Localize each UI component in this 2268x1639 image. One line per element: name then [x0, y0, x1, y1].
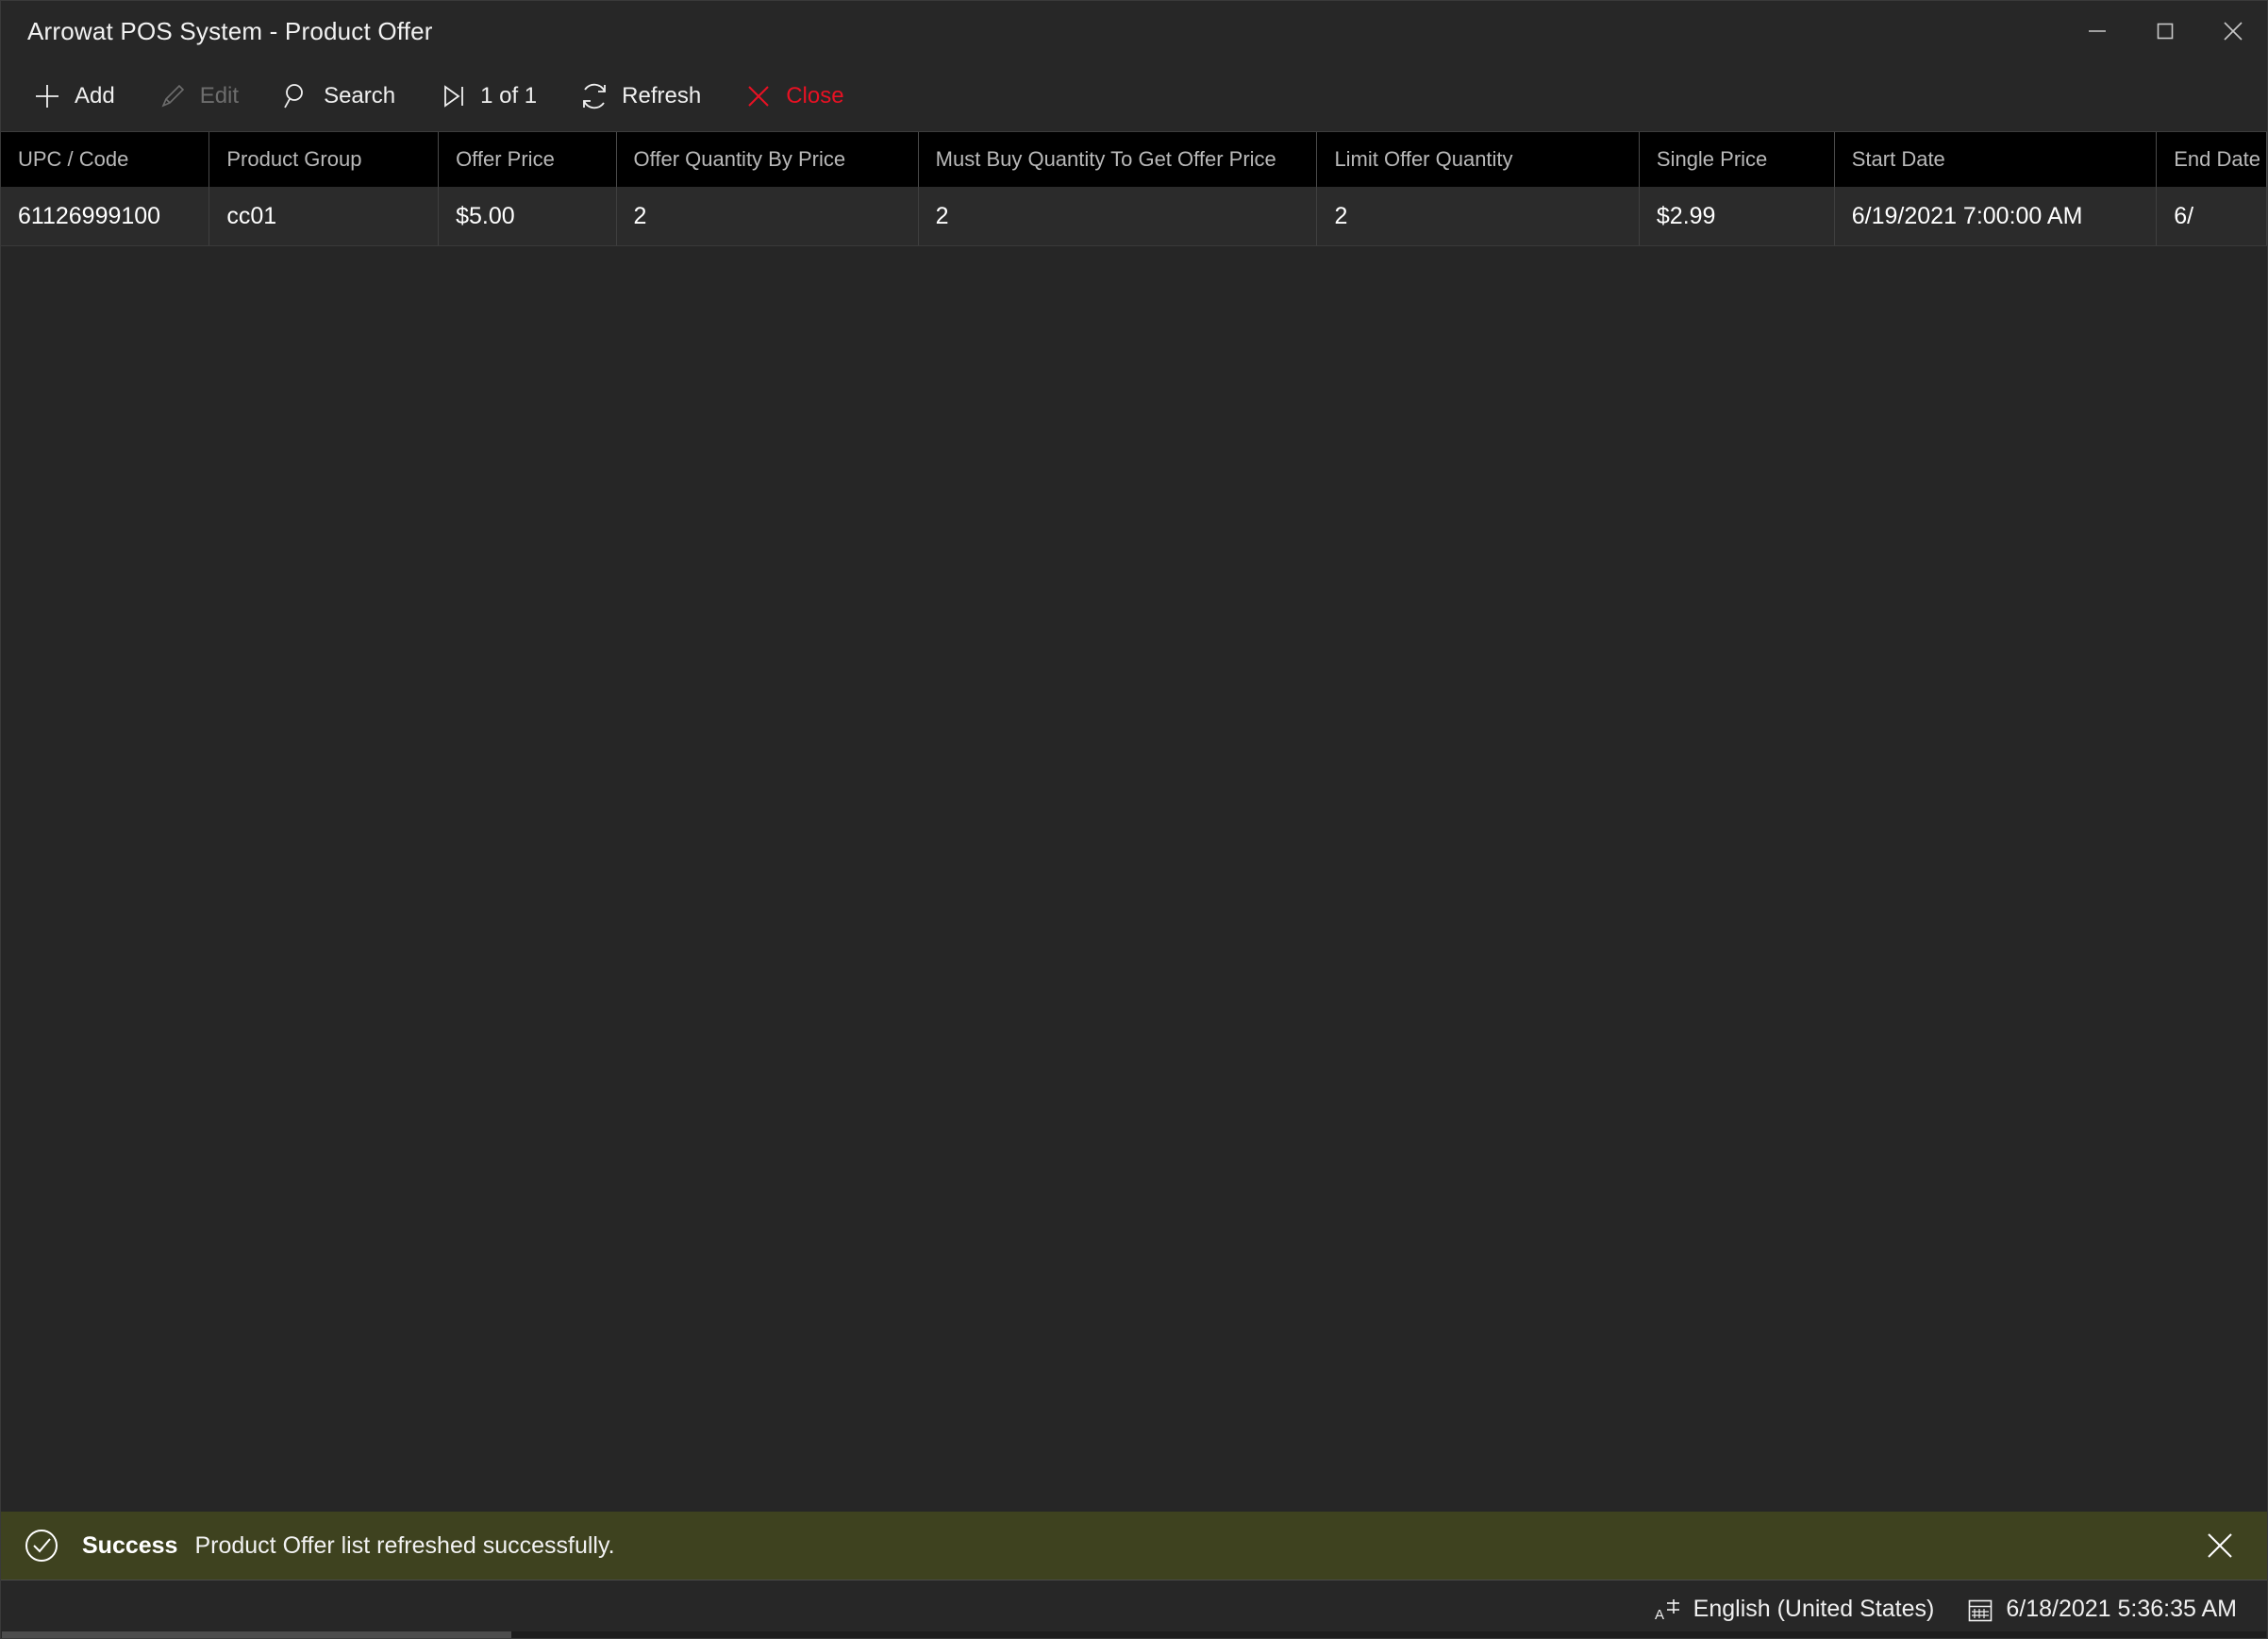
magnifier-icon [280, 80, 312, 112]
window-close-button[interactable] [2199, 1, 2267, 61]
cell-limit-offer-quantity[interactable]: 2 [1317, 187, 1640, 245]
toolbar: Add Edit Search 1 of 1 Refresh Close [1, 61, 2267, 131]
edit-button-label: Edit [199, 83, 240, 109]
close-icon [2224, 22, 2243, 41]
status-datetime-label: 6/18/2021 5:36:35 AM [2006, 1596, 2237, 1622]
banner-message: Product Offer list refreshed successfull… [194, 1531, 615, 1559]
status-bar: A English (United States) 6/18/2021 5:36… [1, 1580, 2267, 1638]
add-button-label: Add [75, 83, 115, 109]
add-button[interactable]: Add [18, 71, 128, 122]
banner-close-button[interactable] [2197, 1523, 2243, 1568]
cell-start-date[interactable]: 6/19/2021 7:00:00 AM [1835, 187, 2158, 245]
column-header-start-date[interactable]: Start Date [1835, 132, 2158, 187]
window-title: Arrowat POS System - Product Offer [27, 16, 433, 45]
status-datetime[interactable]: 6/18/2021 5:36:35 AM [1966, 1596, 2237, 1624]
column-header-single-price[interactable]: Single Price [1640, 132, 1835, 187]
minimize-button[interactable] [2063, 1, 2131, 61]
column-header-must-buy-quantity[interactable]: Must Buy Quantity To Get Offer Price [919, 132, 1318, 187]
search-button-label: Search [324, 83, 396, 109]
column-header-end-date[interactable]: End Date [2157, 132, 2267, 187]
refresh-icon [578, 80, 610, 112]
table-row[interactable]: 61126999100 cc01 $5.00 2 2 2 $2.99 6/19/… [1, 187, 2267, 246]
column-header-upc-code[interactable]: UPC / Code [1, 132, 210, 187]
banner-title: Success [82, 1531, 178, 1559]
success-check-icon [22, 1526, 61, 1565]
plus-icon [31, 80, 63, 112]
cell-offer-quantity-by-price[interactable]: 2 [617, 187, 919, 245]
cell-end-date[interactable]: 6/ [2157, 187, 2267, 245]
cell-product-group[interactable]: cc01 [209, 187, 440, 245]
status-language[interactable]: A English (United States) [1654, 1596, 1935, 1624]
grid-empty-area [1, 246, 2267, 1512]
status-language-label: English (United States) [1693, 1596, 1935, 1622]
column-header-product-group[interactable]: Product Group [209, 132, 440, 187]
pencil-icon [157, 80, 189, 112]
horizontal-scrollbar[interactable] [2, 1631, 2266, 1638]
grid-header-row: UPC / Code Product Group Offer Price Off… [1, 132, 2267, 187]
page-indicator[interactable]: 1 of 1 [424, 71, 550, 122]
x-icon [742, 80, 775, 112]
title-bar: Arrowat POS System - Product Offer [1, 1, 2267, 61]
svg-text:A: A [1655, 1607, 1664, 1623]
cell-must-buy-quantity[interactable]: 2 [919, 187, 1318, 245]
refresh-button-label: Refresh [622, 83, 702, 109]
page-indicator-label: 1 of 1 [480, 83, 538, 109]
edit-button[interactable]: Edit [143, 71, 252, 122]
last-page-icon [437, 80, 469, 112]
maximize-button[interactable] [2131, 1, 2199, 61]
column-header-offer-price[interactable]: Offer Price [439, 132, 617, 187]
minimize-icon [2089, 30, 2106, 32]
column-header-limit-offer-quantity[interactable]: Limit Offer Quantity [1317, 132, 1640, 187]
close-form-button-label: Close [786, 83, 844, 109]
x-icon [2208, 1533, 2232, 1558]
product-offer-grid: UPC / Code Product Group Offer Price Off… [1, 131, 2267, 1512]
success-notification-banner: Success Product Offer list refreshed suc… [1, 1512, 2267, 1580]
column-header-offer-quantity-by-price[interactable]: Offer Quantity By Price [617, 132, 919, 187]
keyboard-language-icon: A [1654, 1596, 1682, 1624]
calendar-icon [1966, 1596, 1994, 1624]
maximize-icon [2157, 23, 2174, 40]
cell-single-price[interactable]: $2.99 [1640, 187, 1835, 245]
refresh-button[interactable]: Refresh [565, 71, 714, 122]
close-form-button[interactable]: Close [729, 71, 857, 122]
cell-offer-price[interactable]: $5.00 [439, 187, 617, 245]
window-controls [2063, 1, 2267, 61]
search-button[interactable]: Search [267, 71, 409, 122]
horizontal-scrollbar-thumb[interactable] [2, 1631, 511, 1638]
app-window: Arrowat POS System - Product Offer Add E… [0, 0, 2268, 1639]
cell-upc-code[interactable]: 61126999100 [1, 187, 210, 245]
